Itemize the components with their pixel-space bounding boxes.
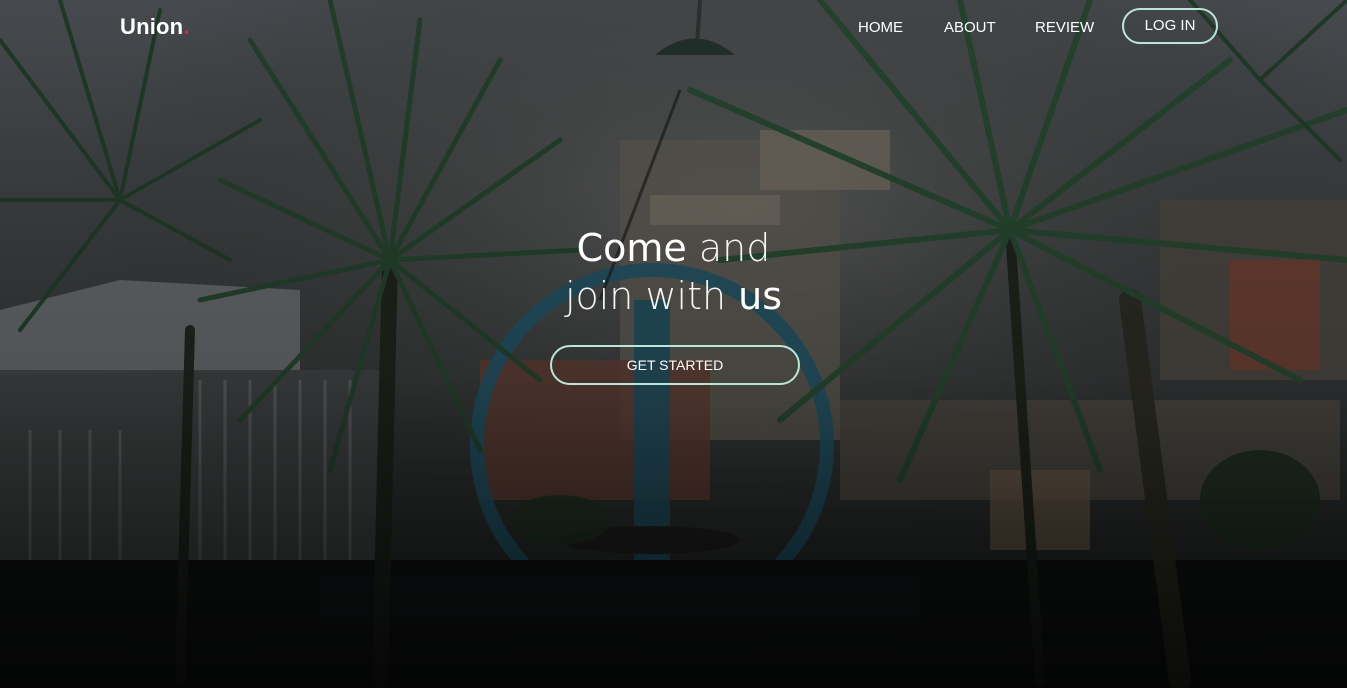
dark-overlay: [0, 0, 1347, 688]
hero-section: Union. HOME ABOUT REVIEW LOG IN Come and…: [0, 0, 1347, 688]
headline-come: Come: [576, 226, 687, 270]
nav-link-home[interactable]: HOME: [858, 19, 903, 36]
nav-link-about[interactable]: ABOUT: [944, 19, 996, 36]
get-started-button[interactable]: GET STARTED: [550, 345, 800, 385]
headline-and: and: [686, 226, 771, 270]
login-button[interactable]: LOG IN: [1122, 8, 1218, 44]
brand-logo[interactable]: Union.: [120, 14, 190, 40]
headline-us: us: [738, 274, 783, 318]
headline-line-2: join with us: [0, 272, 1347, 320]
nav-link-review[interactable]: REVIEW: [1035, 19, 1094, 36]
brand-name: Union: [120, 14, 184, 39]
headline-join-with: join with: [564, 274, 739, 318]
headline-line-1: Come and: [0, 224, 1347, 272]
brand-dot: .: [183, 14, 190, 39]
hero-headline: Come and join with us: [0, 224, 1347, 320]
top-navbar: Union. HOME ABOUT REVIEW LOG IN: [0, 0, 1347, 56]
